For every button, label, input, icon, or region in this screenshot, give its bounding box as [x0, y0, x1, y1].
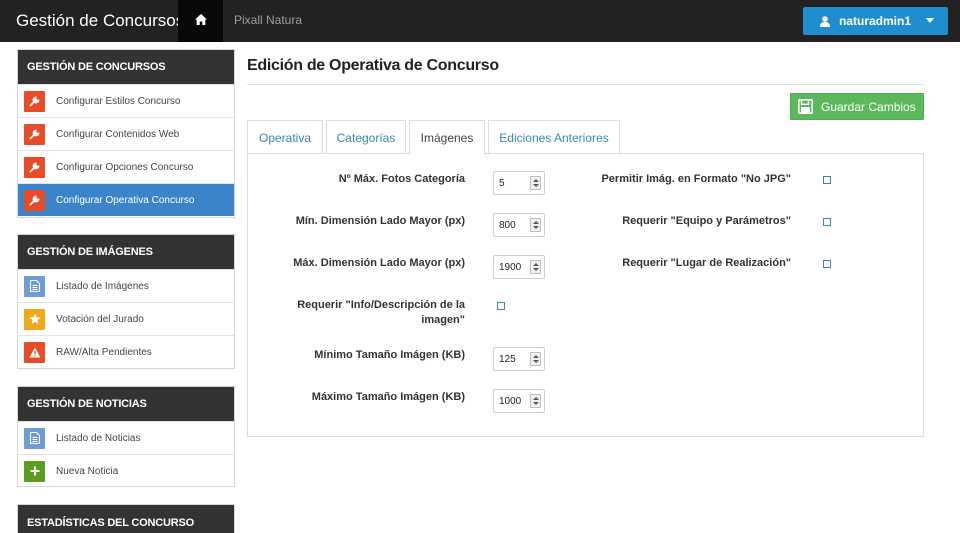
require-location-checkbox[interactable] — [823, 260, 831, 268]
max-dimension-stepper[interactable]: 1900 — [493, 255, 545, 279]
document-icon — [24, 275, 45, 297]
max-photos-stepper[interactable]: 5 — [493, 171, 545, 195]
sidebar-item-configurar-contenidos[interactable]: Configurar Contenidos Web — [18, 117, 234, 150]
sidebar-item-label: Listado de Imágenes — [56, 280, 149, 292]
sidebar-item-nueva-noticia[interactable]: Nueva Noticia — [18, 454, 234, 487]
sidebar-item-raw-pendientes[interactable]: RAW/Alta Pendientes — [18, 335, 234, 368]
wrench-icon — [24, 189, 45, 211]
require-location-label: Requerir "Lugar de Realización" — [622, 257, 791, 269]
wrench-icon — [24, 123, 45, 145]
require-info-checkbox[interactable] — [497, 302, 505, 310]
require-info-label-line1: Requerir "Info/Descripción de la — [297, 299, 465, 311]
max-photos-label: Nº Máx. Fotos Categoría — [338, 173, 465, 185]
min-size-stepper[interactable]: 125 — [493, 347, 545, 371]
spinner-arrows-icon[interactable] — [530, 394, 541, 408]
plus-icon — [24, 460, 45, 482]
require-info-label-line2: imagen" — [421, 314, 465, 326]
allow-non-jpg-checkbox[interactable] — [823, 176, 831, 184]
tab-ediciones-anteriores[interactable]: Ediciones Anteriores — [488, 120, 620, 154]
panel-title: ESTADÍSTICAS DEL CONCURSO — [18, 505, 234, 533]
panel-gestion-imagenes: GESTIÓN DE IMÁGENES Listado de Imágenes … — [17, 234, 235, 369]
panel-title: GESTIÓN DE CONCURSOS — [18, 50, 234, 84]
tab-label: Imágenes — [420, 131, 474, 145]
sidebar-item-label: Configurar Contenidos Web — [56, 128, 180, 140]
top-navbar: Gestión de Concursos Pixall Natura natur… — [0, 0, 960, 42]
sidebar-item-label: Listado de Noticias — [56, 432, 141, 444]
sidebar-item-label: RAW/Alta Pendientes — [56, 346, 152, 358]
home-button[interactable] — [178, 0, 223, 42]
min-size-value: 125 — [499, 353, 516, 365]
document-icon — [24, 427, 45, 449]
panel-gestion-concursos: GESTIÓN DE CONCURSOS Configurar Estilos … — [17, 49, 235, 218]
wrench-icon — [24, 156, 45, 178]
panel-estadisticas: ESTADÍSTICAS DEL CONCURSO — [17, 504, 235, 533]
require-equipment-checkbox[interactable] — [823, 218, 831, 226]
spinner-arrows-icon[interactable] — [530, 218, 541, 232]
tab-operativa[interactable]: Operativa — [247, 120, 323, 154]
tab-label: Operativa — [258, 130, 312, 145]
caret-down-icon — [926, 18, 934, 23]
sidebar-item-label: Votación del Jurado — [56, 313, 144, 325]
floppy-disk-icon — [798, 99, 813, 114]
spinner-arrows-icon[interactable] — [530, 352, 541, 366]
min-size-label: Mínimo Tamaño Imágen (KB) — [314, 349, 465, 361]
sidebar-item-label: Nueva Noticia — [56, 465, 119, 477]
star-icon — [24, 308, 45, 330]
sidebar-item-label: Configurar Opciones Concurso — [56, 161, 194, 173]
wrench-icon — [24, 90, 45, 112]
save-changes-button[interactable]: Guardar Cambios — [790, 93, 924, 120]
page-title: Edición de Operativa de Concurso — [247, 57, 499, 74]
require-info-label: Requerir "Info/Descripción de la imagen" — [250, 298, 465, 328]
warning-icon — [24, 341, 45, 363]
panel-gestion-noticias: GESTIÓN DE NOTICIAS Listado de Noticias … — [17, 386, 235, 487]
tab-label: Categorías — [336, 130, 396, 145]
sidebar-item-configurar-opciones[interactable]: Configurar Opciones Concurso — [18, 150, 234, 183]
max-size-label: Máximo Tamaño Imágen (KB) — [311, 391, 465, 403]
max-size-value: 1000 — [499, 395, 522, 407]
sidebar-item-listado-noticias[interactable]: Listado de Noticias — [18, 421, 234, 454]
home-icon — [194, 12, 207, 30]
require-equipment-label: Requerir "Equipo y Parámetros" — [622, 215, 791, 227]
spinner-arrows-icon[interactable] — [530, 260, 541, 274]
panel-title: GESTIÓN DE NOTICIAS — [18, 387, 234, 421]
max-size-stepper[interactable]: 1000 — [493, 389, 545, 413]
allow-non-jpg-label: Permitir Imág. en Formato "No JPG" — [601, 173, 791, 185]
contest-breadcrumb[interactable]: Pixall Natura — [234, 13, 302, 27]
app-brand[interactable]: Gestión de Concursos — [16, 11, 184, 31]
sidebar-item-configurar-operativa[interactable]: Configurar Operativa Concurso — [18, 183, 234, 216]
sidebar-item-label: Configurar Estilos Concurso — [56, 95, 181, 107]
sidebar-item-listado-imagenes[interactable]: Listado de Imágenes — [18, 269, 234, 302]
save-button-label: Guardar Cambios — [821, 99, 916, 114]
tab-categorias[interactable]: Categorías — [326, 120, 406, 154]
tab-imagenes[interactable]: Imágenes — [409, 120, 485, 155]
max-dimension-label: Máx. Dimensión Lado Mayor (px) — [293, 257, 465, 269]
panel-title: GESTIÓN DE IMÁGENES — [18, 235, 234, 269]
user-name: naturadmin1 — [839, 14, 912, 28]
user-menu-button[interactable]: naturadmin1 — [803, 7, 948, 35]
spinner-arrows-icon[interactable] — [530, 176, 541, 190]
max-photos-value: 5 — [499, 177, 505, 189]
title-divider — [247, 84, 924, 85]
tab-label: Ediciones Anteriores — [499, 130, 609, 145]
min-dimension-value: 800 — [499, 219, 516, 231]
min-dimension-stepper[interactable]: 800 — [493, 213, 545, 237]
min-dimension-label: Mín. Dimensión Lado Mayor (px) — [295, 215, 465, 227]
sidebar-item-votacion-jurado[interactable]: Votación del Jurado — [18, 302, 234, 335]
max-dimension-value: 1900 — [499, 261, 522, 273]
sidebar-item-label: Configurar Operativa Concurso — [56, 194, 195, 206]
user-icon — [820, 15, 830, 27]
sidebar-item-configurar-estilos[interactable]: Configurar Estilos Concurso — [18, 84, 234, 117]
